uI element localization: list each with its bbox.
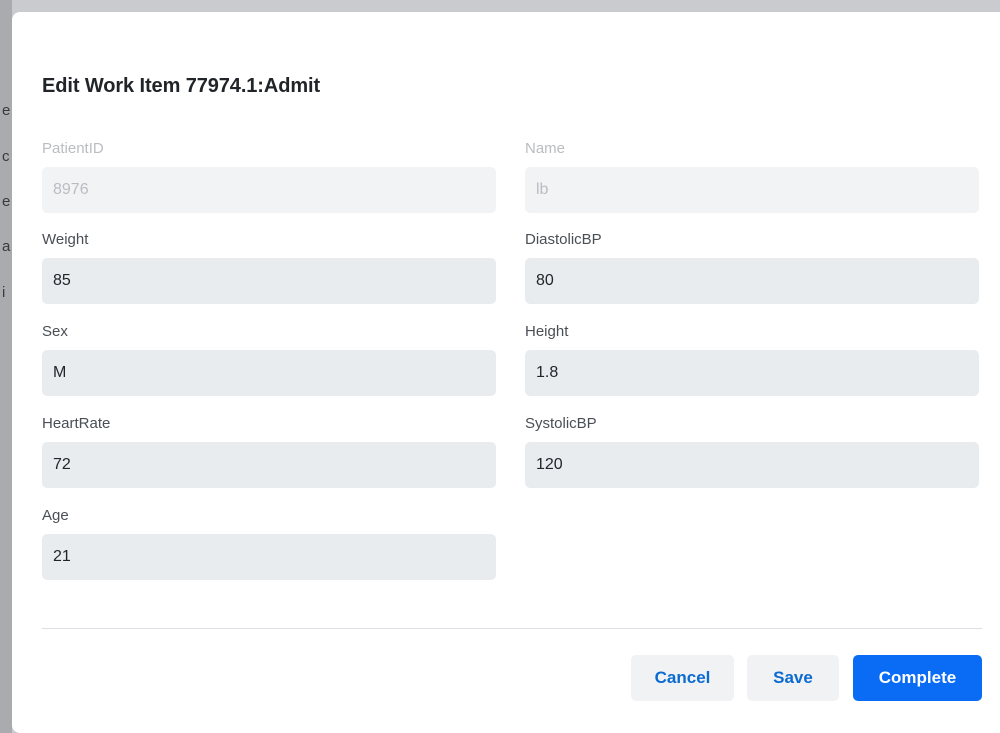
patient-id-label: PatientID	[42, 140, 104, 157]
background-text-fragment: a	[2, 238, 11, 255]
patient-id-field	[42, 167, 496, 213]
background-text-fragment: e	[2, 193, 11, 210]
diastolic-bp-field[interactable]	[525, 258, 979, 304]
height-label: Height	[525, 323, 569, 340]
systolic-bp-label: SystolicBP	[525, 415, 597, 432]
background-text-fragment: i	[2, 284, 6, 301]
sex-field[interactable]	[42, 350, 496, 396]
age-field[interactable]	[42, 534, 496, 580]
background-text-fragment: e	[2, 102, 11, 119]
edit-work-item-dialog: Edit Work Item 77974.1:Admit PatientID N…	[12, 12, 1000, 733]
heart-rate-field[interactable]	[42, 442, 496, 488]
background-text-fragment: c	[2, 148, 10, 165]
diastolic-bp-label: DiastolicBP	[525, 231, 602, 248]
age-label: Age	[42, 507, 69, 524]
complete-button[interactable]: Complete	[853, 655, 982, 701]
name-field	[525, 167, 979, 213]
systolic-bp-field[interactable]	[525, 442, 979, 488]
dialog-title: Edit Work Item 77974.1:Admit	[42, 75, 321, 97]
name-label: Name	[525, 140, 566, 157]
cancel-button[interactable]: Cancel	[631, 655, 734, 701]
weight-label: Weight	[42, 231, 89, 248]
heart-rate-label: HeartRate	[42, 415, 111, 432]
sex-label: Sex	[42, 323, 68, 340]
height-field[interactable]	[525, 350, 979, 396]
footer-divider	[42, 628, 982, 629]
save-button[interactable]: Save	[747, 655, 839, 701]
weight-field[interactable]	[42, 258, 496, 304]
background-page-edge: e c e a i	[0, 0, 12, 733]
